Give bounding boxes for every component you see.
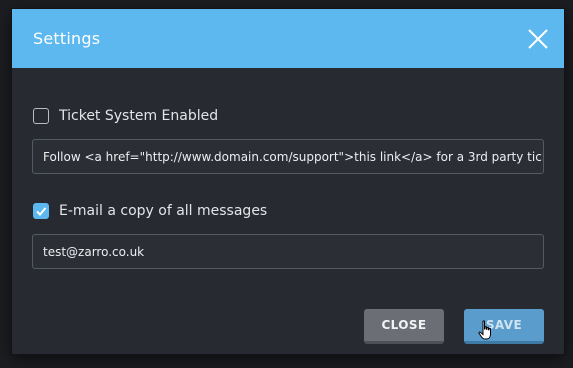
email-copy-row: E-mail a copy of all messages <box>33 203 267 219</box>
hand-pointer-icon <box>478 320 494 346</box>
close-button[interactable]: CLOSE <box>364 309 444 344</box>
email-copy-label: E-mail a copy of all messages <box>59 203 268 219</box>
dialog-header: Settings <box>12 9 564 68</box>
ticket-system-label: Ticket System Enabled <box>59 108 219 124</box>
dialog-title: Settings <box>33 29 101 48</box>
settings-dialog: Settings Ticket System Enabled Follow <a… <box>12 9 564 354</box>
email-input[interactable]: test@zarro.co.uk <box>32 234 544 269</box>
ticket-system-checkbox[interactable] <box>33 108 49 124</box>
save-button[interactable]: SAVE <box>464 309 544 344</box>
ticket-system-row: Ticket System Enabled <box>33 108 218 124</box>
checkmark-icon <box>36 207 47 216</box>
close-x-icon[interactable] <box>526 27 550 51</box>
email-copy-checkbox[interactable] <box>33 203 49 219</box>
ticket-message-input[interactable]: Follow <a href="http://www.domain.com/su… <box>32 139 544 174</box>
